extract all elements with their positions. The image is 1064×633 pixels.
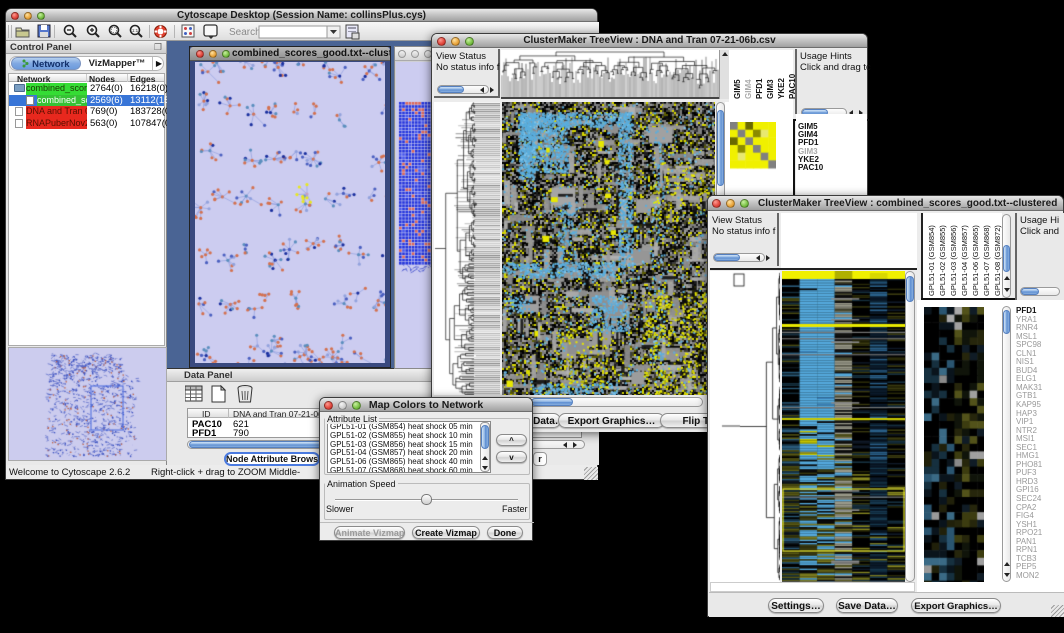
svg-text:Search:: Search: [229,27,263,38]
svg-text:1:1: 1:1 [132,28,139,33]
